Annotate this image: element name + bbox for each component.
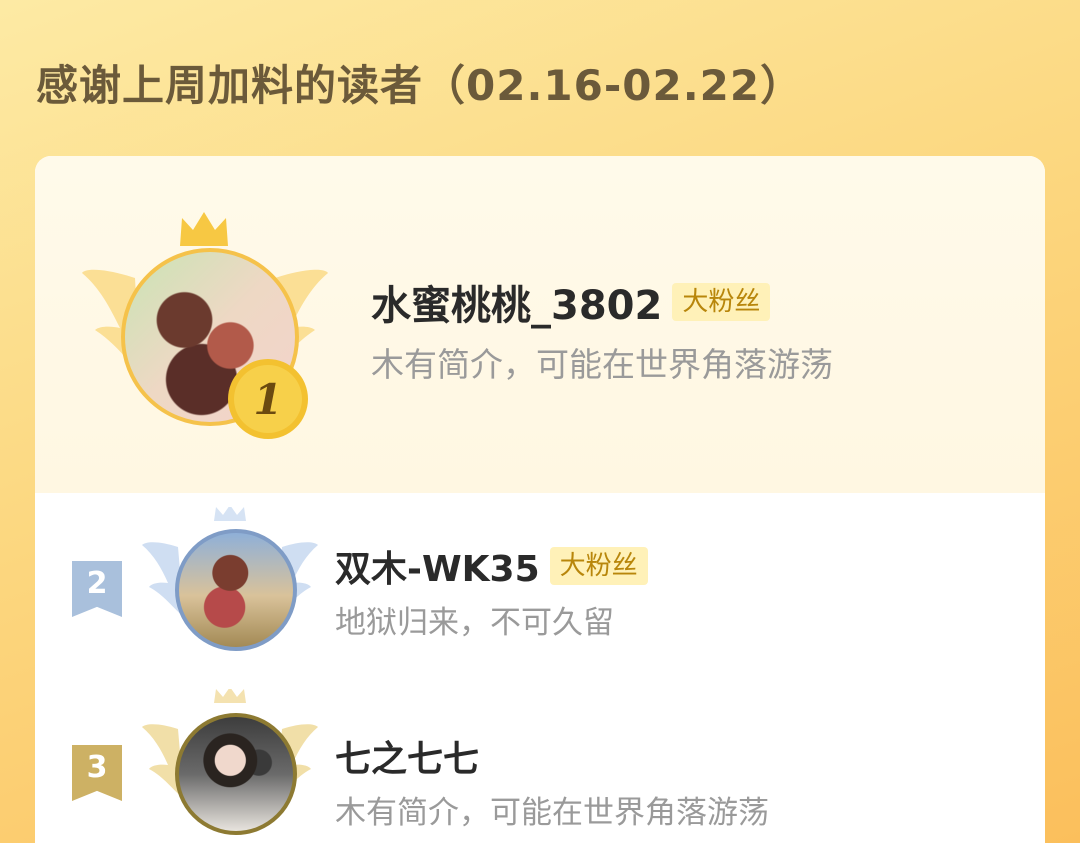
page-title: 感谢上周加料的读者（02.16-02.22） [36,61,804,110]
rank-flag-icon: 2 [72,561,122,617]
fan-badge: 大粉丝 [549,547,648,585]
reader-name[interactable]: 双木-WK35 大粉丝 [335,541,648,591]
reader-row[interactable]: 2 双木-WK35 大粉丝 地狱归来，不可久留 [35,493,1045,683]
crown-icon [180,212,228,246]
avatar[interactable] [175,529,297,651]
avatar[interactable] [175,713,297,835]
svg-text:1: 1 [253,375,282,424]
reader-thanks-page: 感谢上周加料的读者（02.16-02.22） 1 水蜜桃桃_3802 大粉丝 木… [0,0,1080,843]
reader-name[interactable]: 七之七七 [335,731,479,781]
fan-badge: 大粉丝 [672,283,771,321]
reader-bio: 木有简介，可能在世界角落游荡 [371,345,833,384]
reader-bio: 地狱归来，不可久留 [335,605,614,641]
top-reader-row[interactable]: 1 水蜜桃桃_3802 大粉丝 木有简介，可能在世界角落游荡 [35,156,1045,493]
reader-name[interactable]: 水蜜桃桃_3802 大粉丝 [371,274,771,330]
rank-medal-icon: 1 [228,359,308,439]
reader-row[interactable]: 3 七之七七 木有简介，可能在世界角落游荡 [35,683,1045,843]
reader-list-card: 1 水蜜桃桃_3802 大粉丝 木有简介，可能在世界角落游荡 2 双木-WK35 [35,156,1045,843]
rank-flag-icon: 3 [72,745,122,801]
reader-bio: 木有简介，可能在世界角落游荡 [335,795,769,831]
